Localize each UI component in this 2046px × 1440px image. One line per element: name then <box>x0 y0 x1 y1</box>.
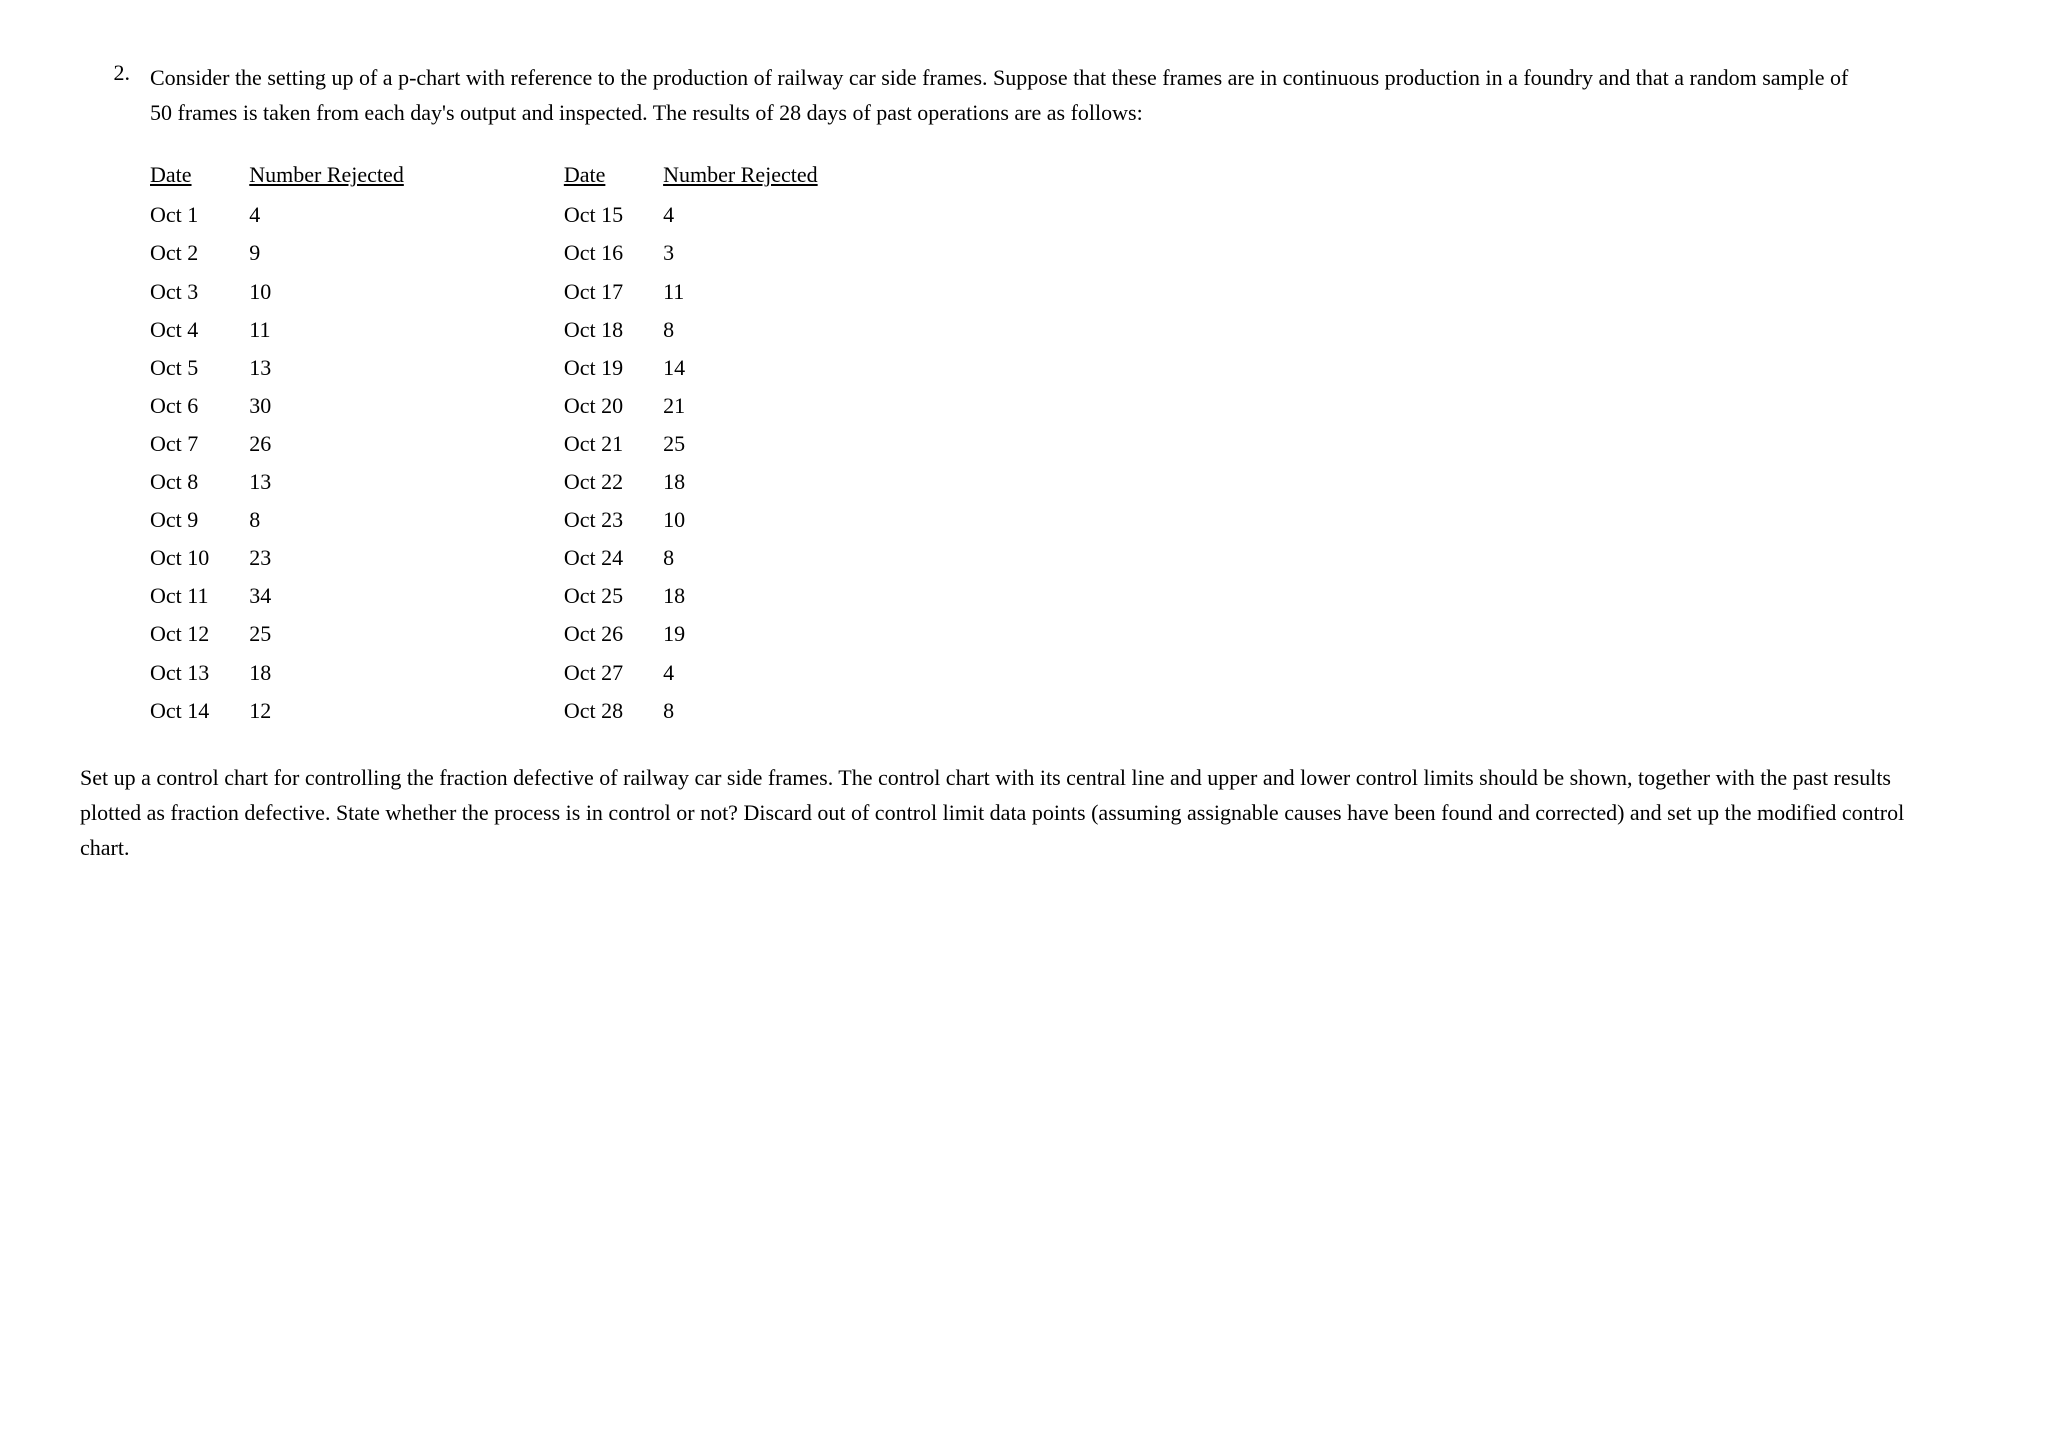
date-cell: Oct 4 <box>150 311 249 349</box>
date-cell: Oct 14 <box>150 692 249 730</box>
table-row: Oct 154 <box>564 196 858 234</box>
rejected-cell: 12 <box>249 692 444 730</box>
rejected-cell: 14 <box>663 349 858 387</box>
table-row: Oct 98 <box>150 501 444 539</box>
table-row: Oct 29 <box>150 234 444 272</box>
rejected-cell: 19 <box>663 615 858 653</box>
rejected-cell: 25 <box>249 615 444 653</box>
date-cell: Oct 5 <box>150 349 249 387</box>
date-cell: Oct 25 <box>564 577 663 615</box>
table-row: Oct 1412 <box>150 692 444 730</box>
rejected-cell: 18 <box>663 577 858 615</box>
date-cell: Oct 27 <box>564 654 663 692</box>
rejected-cell: 4 <box>663 196 858 234</box>
table-row: Oct 274 <box>564 654 858 692</box>
date-cell: Oct 1 <box>150 196 249 234</box>
date-cell: Oct 3 <box>150 273 249 311</box>
table-row: Oct 513 <box>150 349 444 387</box>
rejected-cell: 8 <box>249 501 444 539</box>
closing-paragraph: Set up a control chart for controlling t… <box>80 760 1950 866</box>
rejected-cell: 8 <box>663 311 858 349</box>
date-cell: Oct 13 <box>150 654 249 692</box>
table-row: Oct 411 <box>150 311 444 349</box>
rejected-cell: 34 <box>249 577 444 615</box>
table-row: Oct 1318 <box>150 654 444 692</box>
rejected-cell: 8 <box>663 539 858 577</box>
date-cell: Oct 9 <box>150 501 249 539</box>
date-cell: Oct 20 <box>564 387 663 425</box>
rejected-cell: 13 <box>249 349 444 387</box>
table-row: Oct 2310 <box>564 501 858 539</box>
right-date-header: Date <box>564 160 663 196</box>
rejected-cell: 18 <box>663 463 858 501</box>
rejected-cell: 8 <box>663 692 858 730</box>
rejected-cell: 11 <box>249 311 444 349</box>
table-row: Oct 1914 <box>564 349 858 387</box>
rejected-cell: 21 <box>663 387 858 425</box>
rejected-cell: 30 <box>249 387 444 425</box>
rejected-cell: 4 <box>663 654 858 692</box>
date-cell: Oct 21 <box>564 425 663 463</box>
question-intro: Consider the setting up of a p-chart wit… <box>150 60 1850 130</box>
rejected-cell: 10 <box>663 501 858 539</box>
table-row: Oct 288 <box>564 692 858 730</box>
rejected-cell: 11 <box>663 273 858 311</box>
table-row: Oct 813 <box>150 463 444 501</box>
rejected-cell: 4 <box>249 196 444 234</box>
table-row: Oct 188 <box>564 311 858 349</box>
date-cell: Oct 17 <box>564 273 663 311</box>
table-row: Oct 14 <box>150 196 444 234</box>
date-cell: Oct 26 <box>564 615 663 653</box>
date-cell: Oct 2 <box>150 234 249 272</box>
date-cell: Oct 16 <box>564 234 663 272</box>
table-row: Oct 2619 <box>564 615 858 653</box>
date-cell: Oct 11 <box>150 577 249 615</box>
question-block: 2. Consider the setting up of a p-chart … <box>80 60 1966 130</box>
date-cell: Oct 28 <box>564 692 663 730</box>
rejected-cell: 3 <box>663 234 858 272</box>
rejected-cell: 10 <box>249 273 444 311</box>
table-row: Oct 630 <box>150 387 444 425</box>
date-cell: Oct 15 <box>564 196 663 234</box>
date-cell: Oct 19 <box>564 349 663 387</box>
date-cell: Oct 24 <box>564 539 663 577</box>
date-cell: Oct 8 <box>150 463 249 501</box>
rejected-cell: 25 <box>663 425 858 463</box>
date-cell: Oct 7 <box>150 425 249 463</box>
right-rejected-header: Number Rejected <box>663 160 858 196</box>
table-row: Oct 726 <box>150 425 444 463</box>
table-row: Oct 248 <box>564 539 858 577</box>
rejected-cell: 26 <box>249 425 444 463</box>
date-cell: Oct 23 <box>564 501 663 539</box>
table-row: Oct 1023 <box>150 539 444 577</box>
table-row: Oct 1225 <box>150 615 444 653</box>
table-row: Oct 2125 <box>564 425 858 463</box>
date-cell: Oct 12 <box>150 615 249 653</box>
rejected-cell: 23 <box>249 539 444 577</box>
date-cell: Oct 22 <box>564 463 663 501</box>
table-row: Oct 310 <box>150 273 444 311</box>
table-row: Oct 1134 <box>150 577 444 615</box>
data-table-container: Date Number Rejected Oct 14Oct 29Oct 310… <box>150 160 1966 729</box>
rejected-cell: 9 <box>249 234 444 272</box>
table-row: Oct 163 <box>564 234 858 272</box>
date-cell: Oct 10 <box>150 539 249 577</box>
date-cell: Oct 18 <box>564 311 663 349</box>
table-row: Oct 2021 <box>564 387 858 425</box>
date-cell: Oct 6 <box>150 387 249 425</box>
left-table: Date Number Rejected Oct 14Oct 29Oct 310… <box>150 160 444 729</box>
table-row: Oct 2518 <box>564 577 858 615</box>
table-row: Oct 2218 <box>564 463 858 501</box>
right-table: Date Number Rejected Oct 154Oct 163Oct 1… <box>564 160 858 729</box>
left-rejected-header: Number Rejected <box>249 160 444 196</box>
rejected-cell: 18 <box>249 654 444 692</box>
table-row: Oct 1711 <box>564 273 858 311</box>
left-date-header: Date <box>150 160 249 196</box>
rejected-cell: 13 <box>249 463 444 501</box>
question-number: 2. <box>80 60 130 130</box>
